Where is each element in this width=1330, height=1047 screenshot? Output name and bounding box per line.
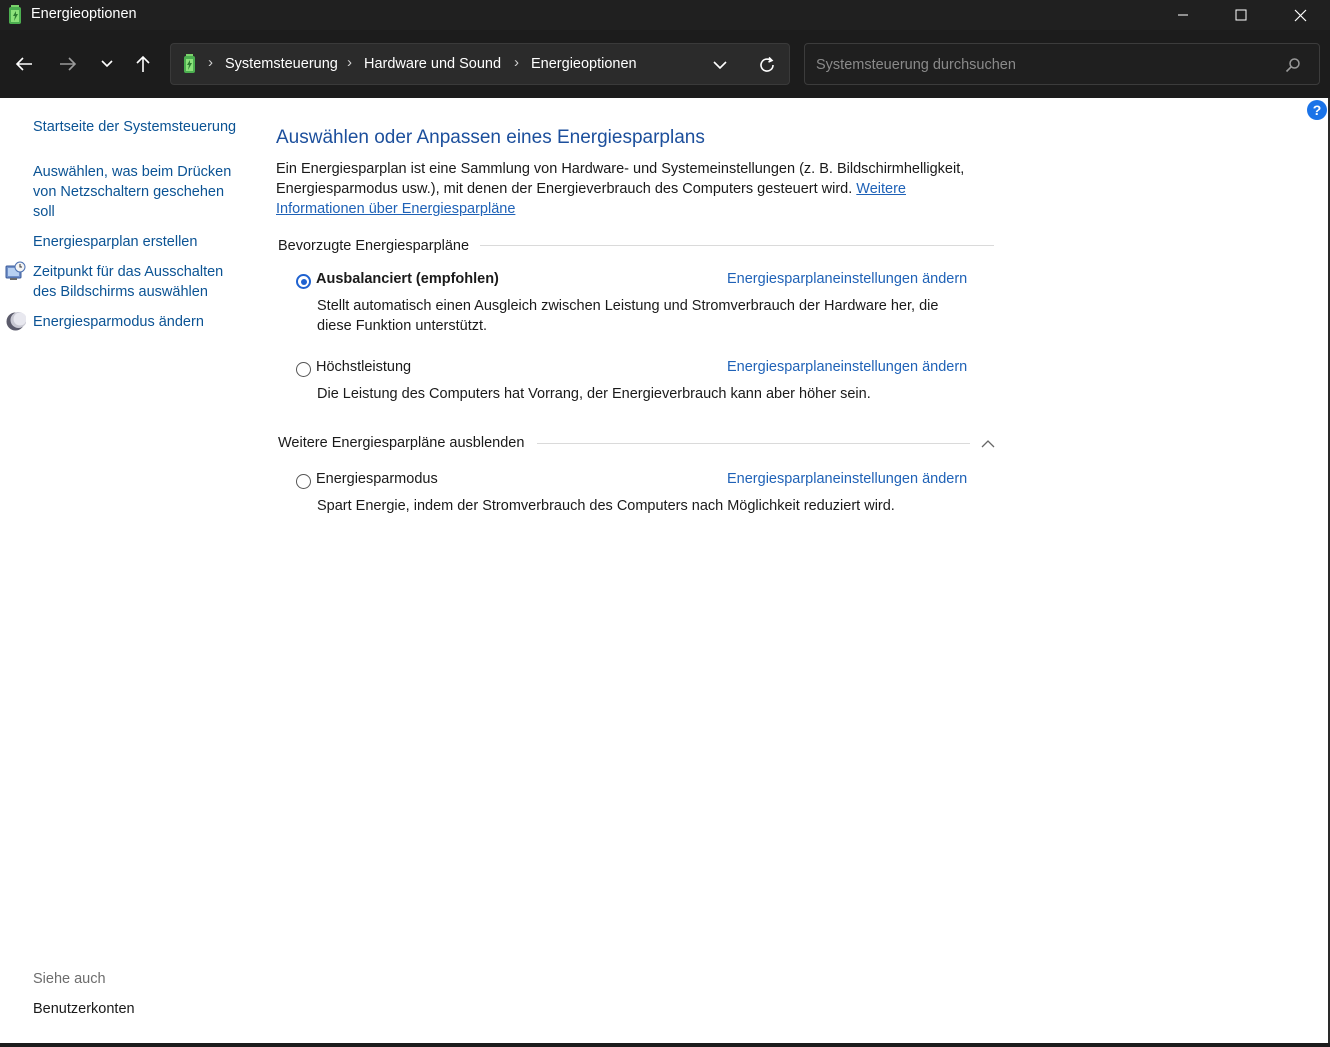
- power-options-icon: [184, 54, 195, 73]
- breadcrumb-hardware-und-sound[interactable]: Hardware und Sound: [364, 56, 501, 72]
- plan-name-balanced[interactable]: Ausbalanciert (empfohlen): [316, 271, 499, 287]
- plan-radio-balanced[interactable]: [296, 274, 311, 289]
- plan-description-balanced: Stellt automatisch einen Ausgleich zwisc…: [317, 298, 939, 334]
- page-title: Auswählen oder Anpassen eines Energiespa…: [276, 127, 705, 148]
- divider: [537, 443, 970, 444]
- window-border: [0, 1043, 1330, 1047]
- breadcrumb-separator: ›: [208, 54, 213, 71]
- maximize-button[interactable]: [1212, 0, 1270, 30]
- navigation-bar: › Systemsteuerung › Hardware und Sound ›…: [0, 30, 1330, 98]
- more-plans-heading[interactable]: Weitere Energiesparpläne ausblenden: [278, 435, 524, 451]
- arrow-left-icon: [15, 57, 32, 71]
- plan-radio-high-performance[interactable]: [296, 362, 311, 377]
- help-label: ?: [1312, 102, 1322, 118]
- chevron-down-icon: [713, 61, 727, 69]
- search-icon: [1285, 58, 1300, 73]
- breadcrumb-energieoptionen[interactable]: Energieoptionen: [531, 56, 637, 72]
- see-also-heading: Siehe auch: [33, 971, 106, 987]
- collapse-more-plans-button[interactable]: [978, 437, 998, 451]
- breadcrumb-separator: ›: [514, 54, 519, 71]
- refresh-button[interactable]: [754, 53, 780, 77]
- plan-description-power-saver: Spart Energie, indem der Stromverbrauch …: [317, 498, 895, 514]
- plan-name-power-saver[interactable]: Energiesparmodus: [316, 471, 438, 487]
- minimize-button[interactable]: [1154, 0, 1212, 30]
- sidebar-item-create-plan[interactable]: Energiesparplan erstellen: [33, 232, 197, 252]
- refresh-icon: [760, 56, 774, 72]
- arrow-right-icon: [60, 57, 77, 71]
- intro-text: Ein Energiesparplan ist eine Sammlung vo…: [276, 159, 996, 219]
- search-button[interactable]: [1282, 54, 1304, 76]
- help-icon[interactable]: ?: [1307, 100, 1327, 120]
- plan-name-high-performance[interactable]: Höchstleistung: [316, 359, 411, 375]
- plan-settings-link-power-saver[interactable]: Energiesparplaneinstellungen ändern: [727, 471, 967, 487]
- address-history-button[interactable]: [707, 54, 733, 76]
- arrow-up-icon: [136, 55, 150, 72]
- up-button[interactable]: [129, 50, 157, 78]
- plan-settings-link-balanced[interactable]: Energiesparplaneinstellungen ändern: [727, 271, 967, 287]
- divider: [480, 245, 994, 246]
- search-box[interactable]: [804, 43, 1320, 85]
- power-options-icon: [9, 5, 21, 24]
- window-title: Energieoptionen: [31, 6, 137, 22]
- close-button[interactable]: [1271, 0, 1329, 30]
- minimize-icon: [1178, 14, 1188, 16]
- search-input[interactable]: [814, 53, 1268, 77]
- recent-locations-button[interactable]: [93, 50, 121, 78]
- moon-icon: [6, 312, 26, 331]
- preferred-plans-heading: Bevorzugte Energiesparpläne: [278, 238, 470, 254]
- title-bar: Energieoptionen: [0, 0, 1330, 30]
- sidebar-item-display-off[interactable]: Zeitpunkt für das Ausschalten des Bildsc…: [33, 262, 243, 302]
- back-button[interactable]: [10, 50, 38, 78]
- sidebar-home-link[interactable]: Startseite der Systemsteuerung: [33, 117, 236, 137]
- plan-radio-power-saver[interactable]: [296, 474, 311, 489]
- plan-settings-link-high-performance[interactable]: Energiesparplaneinstellungen ändern: [727, 359, 967, 375]
- plan-description-high-performance: Die Leistung des Computers hat Vorrang, …: [317, 386, 871, 402]
- chevron-down-icon: [101, 60, 113, 68]
- sidebar-item-power-buttons[interactable]: Auswählen, was beim Drücken von Netzscha…: [33, 162, 243, 222]
- display-clock-icon: [5, 261, 26, 280]
- breadcrumb-separator: ›: [347, 54, 352, 71]
- maximize-icon: [1235, 9, 1247, 21]
- chevron-up-icon: [981, 440, 995, 448]
- address-bar[interactable]: › Systemsteuerung › Hardware und Sound ›…: [170, 43, 790, 85]
- sidebar-item-sleep[interactable]: Energiesparmodus ändern: [33, 312, 204, 332]
- close-icon: [1294, 9, 1306, 21]
- breadcrumb-systemsteuerung[interactable]: Systemsteuerung: [225, 56, 338, 72]
- forward-button[interactable]: [54, 50, 82, 78]
- see-also-user-accounts-link[interactable]: Benutzerkonten: [33, 1001, 135, 1017]
